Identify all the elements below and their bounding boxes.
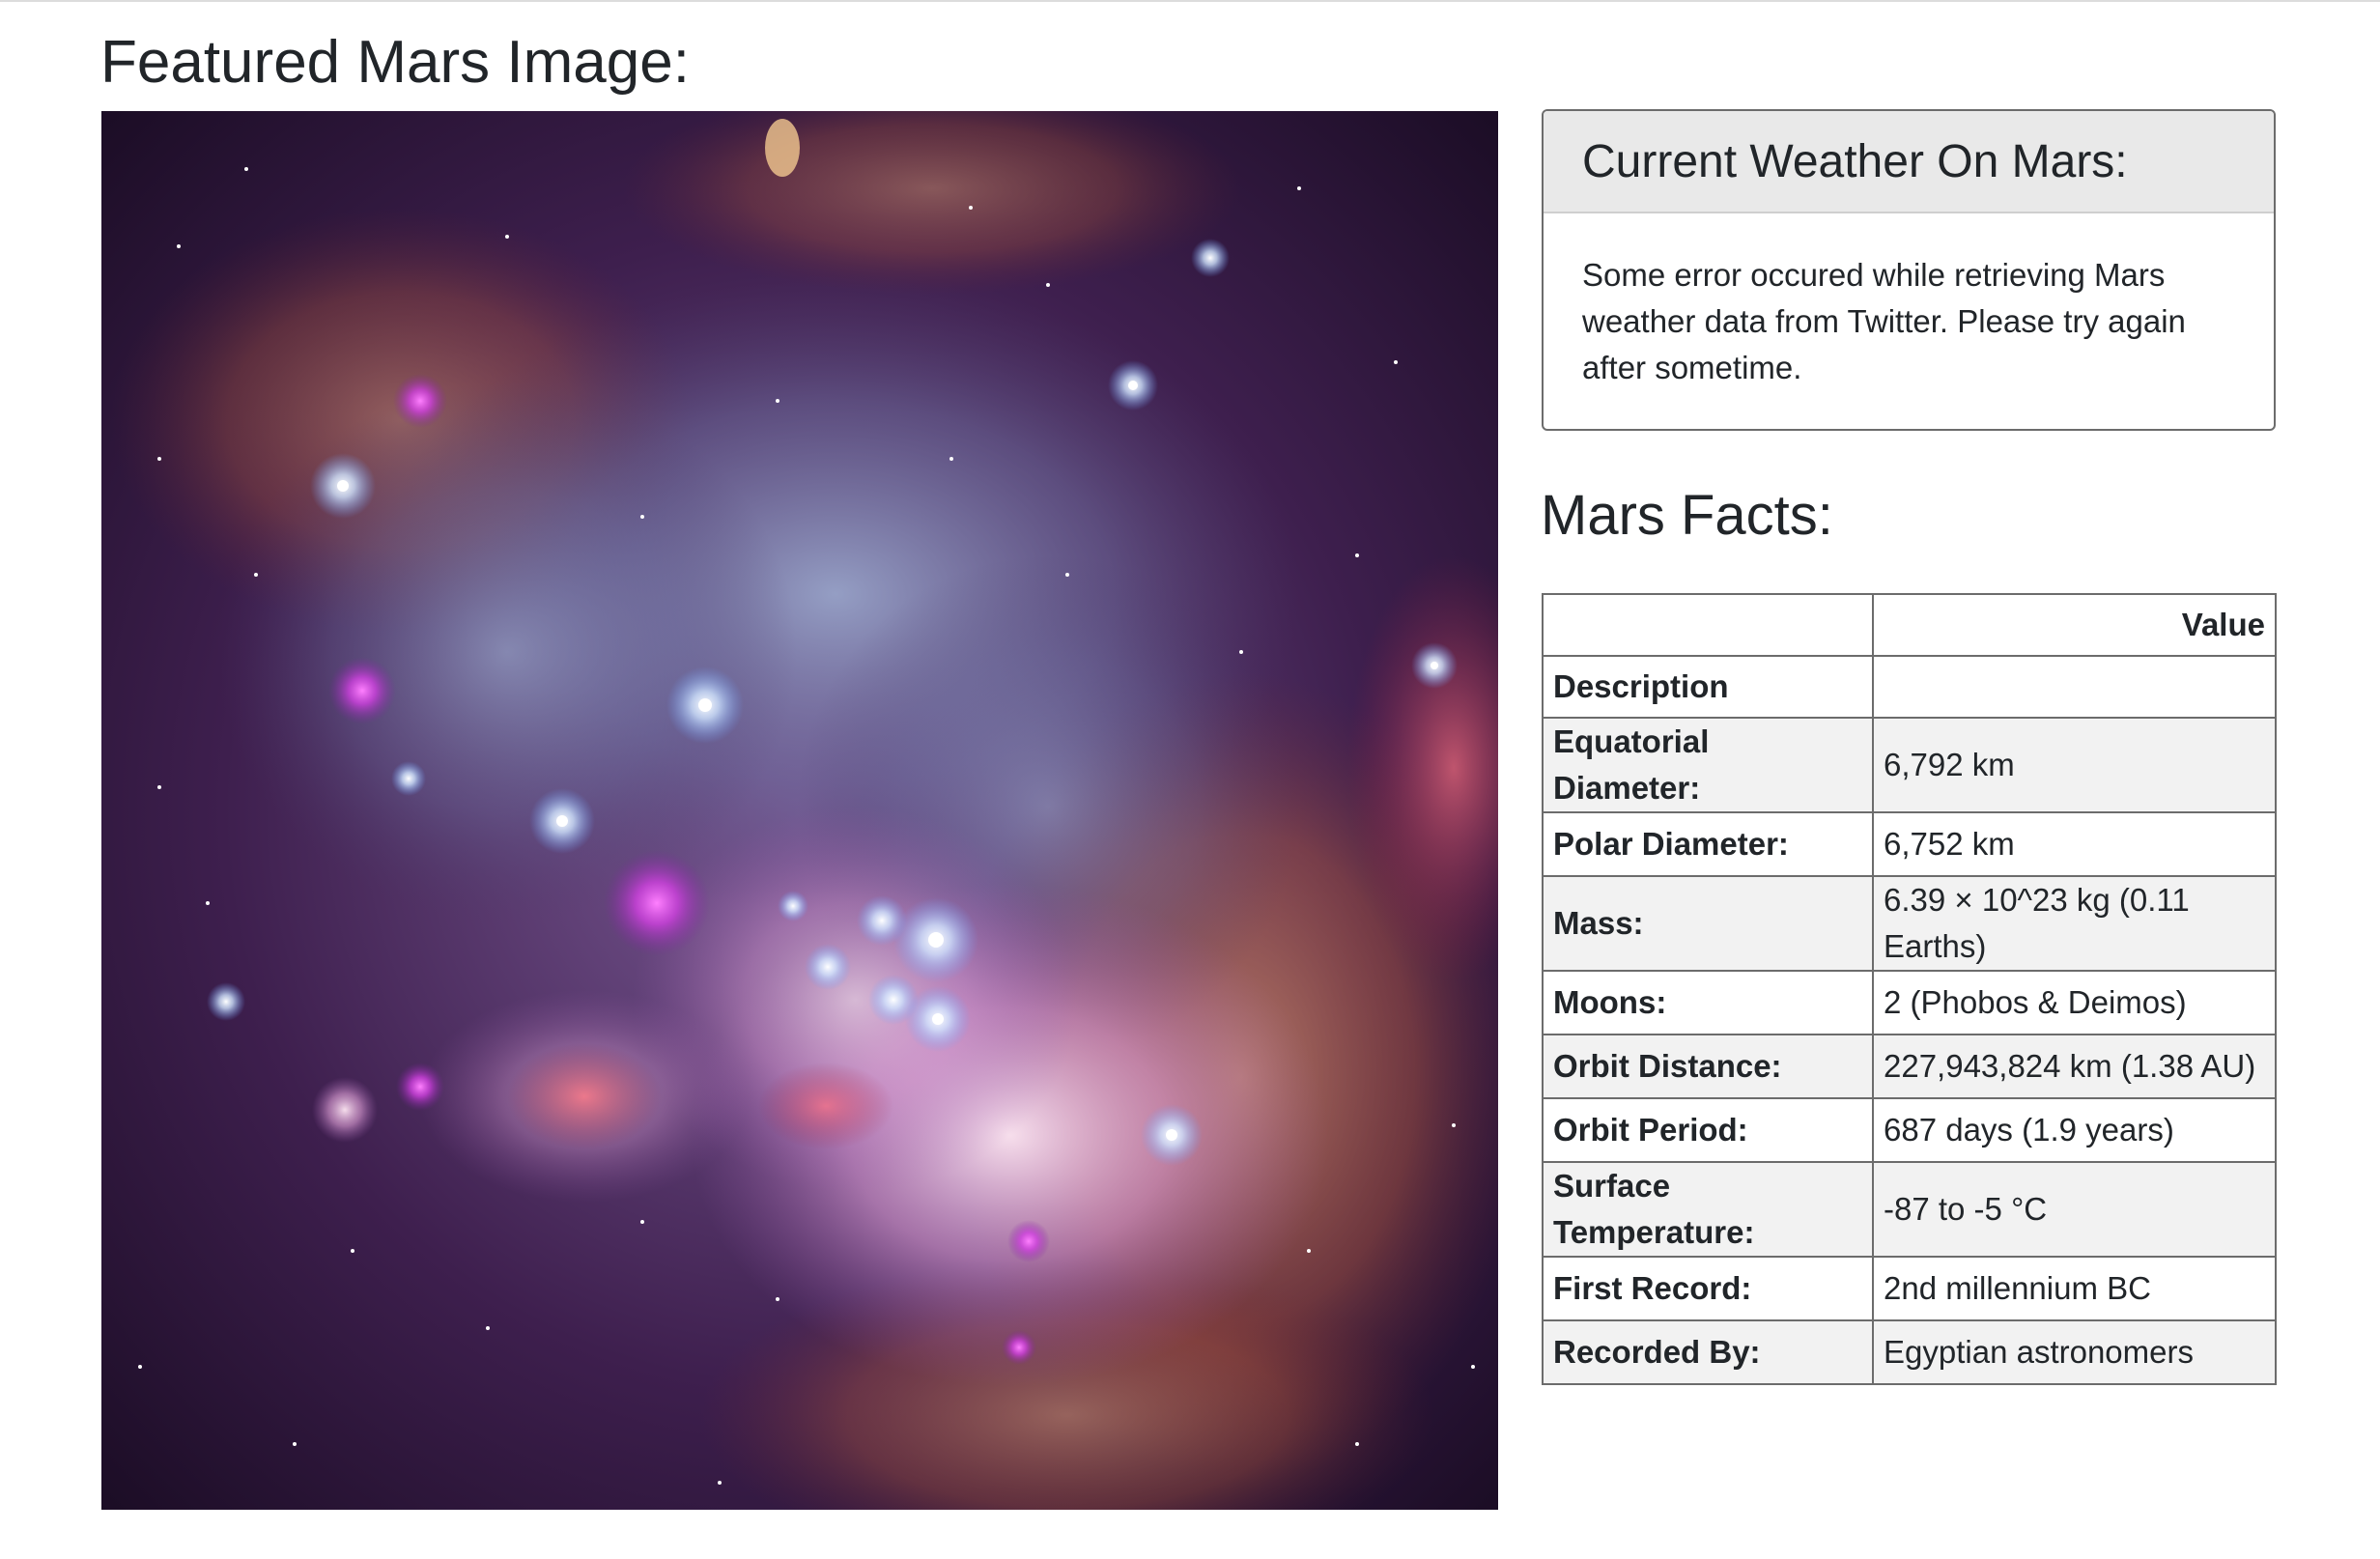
fact-label: Polar Diameter:: [1542, 811, 1874, 877]
table-row: Recorded By: Egyptian astronomers: [1542, 1319, 2277, 1385]
weather-card-title: Current Weather On Mars:: [1544, 111, 2274, 213]
table-row: Equatorial Diameter: 6,792 km: [1542, 717, 2277, 813]
fact-value: 2nd millennium BC: [1872, 1256, 2277, 1321]
facts-header-blank: [1542, 593, 1874, 657]
weather-card: Current Weather On Mars: Some error occu…: [1542, 109, 2276, 431]
fact-value: Egyptian astronomers: [1872, 1319, 2277, 1385]
fact-label: Recorded By:: [1542, 1319, 1874, 1385]
table-row: Orbit Period: 687 days (1.9 years): [1542, 1097, 2277, 1163]
facts-index-label: Description: [1542, 655, 1874, 719]
fact-value: -87 to -5 °C: [1872, 1161, 2277, 1258]
featured-image-title: Featured Mars Image:: [100, 29, 690, 96]
fact-value: 227,943,824 km (1.38 AU): [1872, 1034, 2277, 1099]
fact-label: Orbit Distance:: [1542, 1034, 1874, 1099]
fact-label: First Record:: [1542, 1256, 1874, 1321]
weather-error-message: Some error occured while retrieving Mars…: [1582, 257, 2186, 385]
facts-header-value: Value: [1872, 593, 2277, 657]
table-row: Orbit Distance: 227,943,824 km (1.38 AU): [1542, 1034, 2277, 1099]
fact-label: Surface Temperature:: [1542, 1161, 1874, 1258]
table-row: Surface Temperature: -87 to -5 °C: [1542, 1161, 2277, 1258]
mars-facts-table: Value Description Equatorial Diameter: 6…: [1542, 593, 2277, 1385]
facts-index-blank: [1872, 655, 2277, 719]
fact-label: Mass:: [1542, 875, 1874, 972]
fact-value: 6,792 km: [1872, 717, 2277, 813]
top-divider: [0, 0, 2380, 2]
table-row: First Record: 2nd millennium BC: [1542, 1256, 2277, 1321]
table-row: Polar Diameter: 6,752 km: [1542, 811, 2277, 877]
facts-header-row: Value: [1542, 593, 2277, 657]
table-row: Mass: 6.39 × 10^23 kg (0.11 Earths): [1542, 875, 2277, 972]
mars-facts-title: Mars Facts:: [1541, 484, 1833, 547]
fact-value: 6.39 × 10^23 kg (0.11 Earths): [1872, 875, 2277, 972]
facts-index-row: Description: [1542, 655, 2277, 719]
table-row: Moons: 2 (Phobos & Deimos): [1542, 970, 2277, 1035]
fact-value: 6,752 km: [1872, 811, 2277, 877]
featured-mars-image[interactable]: [101, 111, 1498, 1510]
fact-value: 687 days (1.9 years): [1872, 1097, 2277, 1163]
fact-label: Orbit Period:: [1542, 1097, 1874, 1163]
fact-value: 2 (Phobos & Deimos): [1872, 970, 2277, 1035]
fact-label: Equatorial Diameter:: [1542, 717, 1874, 813]
fact-label: Moons:: [1542, 970, 1874, 1035]
